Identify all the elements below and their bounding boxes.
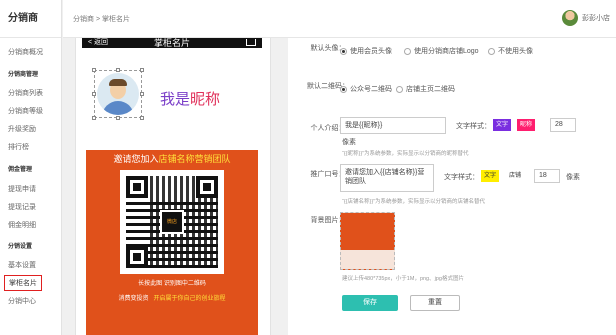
nickname-prefix: 我是 xyxy=(160,91,191,108)
poster: 邀请您加入店铺名称营销团队 微店 长按此图 识别图中二维码 消费变投资 开启属于… xyxy=(86,150,258,335)
preview-panel: < 返回 掌柜名片 我是昵称 邀请您加入店铺名称营销团队 微店 长按此图 识别图… xyxy=(75,38,271,335)
sidebar-item[interactable]: 升级奖励 xyxy=(8,124,36,134)
sidebar-item[interactable]: 佣金明细 xyxy=(8,220,36,230)
user-menu[interactable]: 彭彭小店 xyxy=(562,10,610,26)
background-image-upload[interactable] xyxy=(340,212,395,270)
sidebar-item[interactable]: 分销商等级 xyxy=(8,106,43,116)
resize-handle[interactable] xyxy=(92,92,96,96)
phone-title: 掌柜名片 xyxy=(153,38,190,48)
resize-handle[interactable] xyxy=(140,68,144,72)
intro-hint: “{{昵称}}”为系统参数，实际显示以分销商的昵称替代 xyxy=(342,151,469,157)
intro-nick-color-swatch[interactable]: 昵称 xyxy=(517,119,536,131)
share-icon[interactable] xyxy=(246,39,256,46)
intro-style-label: 文字样式： xyxy=(456,123,491,130)
sidebar: 分销商 分销商概况分销商管理分销商列表分销商等级升级奖励排行榜佣金管理提现申请提… xyxy=(0,0,62,335)
sidebar-title: 分销商 xyxy=(0,0,61,38)
promo-hint: “{{店铺名称}}”为系统参数，实际显示以分销商的店铺名替代 xyxy=(342,199,486,205)
radio-label: 店铺主页二维码 xyxy=(406,86,455,93)
radio-button[interactable] xyxy=(340,85,347,93)
promo-input[interactable]: 邀请您加入{{店铺名称}}营销团队 xyxy=(340,164,434,192)
avatar-selection[interactable] xyxy=(92,68,144,120)
poster-slogan[interactable]: 邀请您加入店铺名称营销团队 xyxy=(86,152,258,165)
radio-label: 公众号二维码 xyxy=(350,86,392,93)
resize-handle[interactable] xyxy=(92,116,96,120)
avatar-body xyxy=(102,101,134,115)
intro-unit: 像素 xyxy=(342,139,356,146)
phone-header: < 返回 掌柜名片 xyxy=(82,38,262,48)
sidebar-item[interactable]: 排行榜 xyxy=(8,142,29,152)
promo-text-color-swatch[interactable]: 文字 xyxy=(481,170,500,182)
tagline-part: 开启属于你自己的创业旅程 xyxy=(153,296,226,302)
avatar-option[interactable]: 使用会员头像 xyxy=(340,46,392,56)
qr-logo: 微店 xyxy=(160,210,184,234)
radio-label: 不使用头像 xyxy=(498,48,533,55)
qr-finder xyxy=(126,246,148,268)
avatar-option[interactable]: 使用分销商店铺Logo xyxy=(404,46,479,56)
nickname-highlight: 昵称 xyxy=(190,91,221,108)
avatar-option[interactable]: 不使用头像 xyxy=(488,46,533,56)
tagline-part: 消费变投资 xyxy=(118,296,149,302)
radio-button[interactable] xyxy=(340,47,347,55)
sidebar-item[interactable]: 分销商概况 xyxy=(8,47,43,57)
user-name: 彭彭小店 xyxy=(582,15,610,22)
sidebar-item[interactable]: 提现申请 xyxy=(8,184,36,194)
slogan-part: 邀请您加入 xyxy=(113,154,159,164)
sidebar-group-heading: 佣金管理 xyxy=(8,167,33,173)
resize-handle[interactable] xyxy=(140,92,144,96)
promo-unit: 像素 xyxy=(566,174,580,181)
top-bar: 分销商 > 掌柜名片 彭彭小店 xyxy=(63,0,616,38)
intro-font-size-input[interactable]: 28 xyxy=(550,118,576,132)
radio-label: 使用会员头像 xyxy=(350,48,392,55)
sidebar-item[interactable]: 提现记录 xyxy=(8,202,36,212)
sidebar-item[interactable]: 分销中心 xyxy=(8,296,36,306)
poster-scan-hint: 长按此图 识别图中二维码 xyxy=(138,281,206,287)
intro-input[interactable]: 我是{{昵称}} xyxy=(340,117,446,134)
poster-tagline: 消费变投资 开启属于你自己的创业旅程 xyxy=(86,293,258,302)
nickname-text[interactable]: 我是昵称 xyxy=(160,88,220,109)
promo-shop-color-swatch[interactable]: 店铺 xyxy=(506,170,525,182)
sidebar-group-heading: 分销设置 xyxy=(8,244,33,250)
intro-text-color-swatch[interactable]: 文字 xyxy=(493,119,512,131)
promo-style-label: 文字样式： xyxy=(444,174,479,181)
radio-button[interactable] xyxy=(488,47,495,55)
sidebar-item[interactable]: 基本设置 xyxy=(8,260,36,270)
resize-handle[interactable] xyxy=(140,116,144,120)
qrcode-option[interactable]: 店铺主页二维码 xyxy=(396,84,455,94)
settings-form: 默认头像： 使用会员头像 使用分销商店铺Logo 不使用头像 默认二维码： 公众号二… xyxy=(288,38,616,335)
bg-hint: 建议上传480*735px，小于1M，png、jpg格式图片 xyxy=(342,276,464,282)
resize-handle[interactable] xyxy=(116,68,120,72)
sidebar-group-heading: 分销商管理 xyxy=(8,72,39,78)
user-avatar xyxy=(562,10,578,26)
sidebar-item[interactable]: 分销商列表 xyxy=(8,88,43,98)
radio-button[interactable] xyxy=(396,85,403,93)
qr-finder xyxy=(196,176,218,198)
phone-preview: < 返回 掌柜名片 我是昵称 邀请您加入店铺名称营销团队 微店 长按此图 识别图… xyxy=(82,38,262,335)
qr-finder xyxy=(126,176,148,198)
resize-handle[interactable] xyxy=(116,116,120,120)
reset-button[interactable]: 重置 xyxy=(410,295,460,311)
resize-handle[interactable] xyxy=(92,68,96,72)
slogan-part: 营销团队 xyxy=(194,154,231,164)
promo-font-size-input[interactable]: 18 xyxy=(534,169,560,183)
sidebar-item[interactable]: 掌柜名片 xyxy=(4,275,42,291)
avatar-image xyxy=(97,73,139,115)
avatar-hair xyxy=(109,79,127,86)
breadcrumb: 分销商 > 掌柜名片 xyxy=(73,16,130,23)
radio-label: 使用分销商店铺Logo xyxy=(414,48,479,55)
profile-card: 我是昵称 xyxy=(82,48,262,148)
radio-button[interactable] xyxy=(404,47,411,55)
slogan-shop-name: 店铺名称 xyxy=(158,154,195,164)
qr-code[interactable]: 微店 xyxy=(120,170,224,274)
qrcode-option[interactable]: 公众号二维码 xyxy=(340,84,392,94)
save-button[interactable]: 保存 xyxy=(342,295,398,311)
